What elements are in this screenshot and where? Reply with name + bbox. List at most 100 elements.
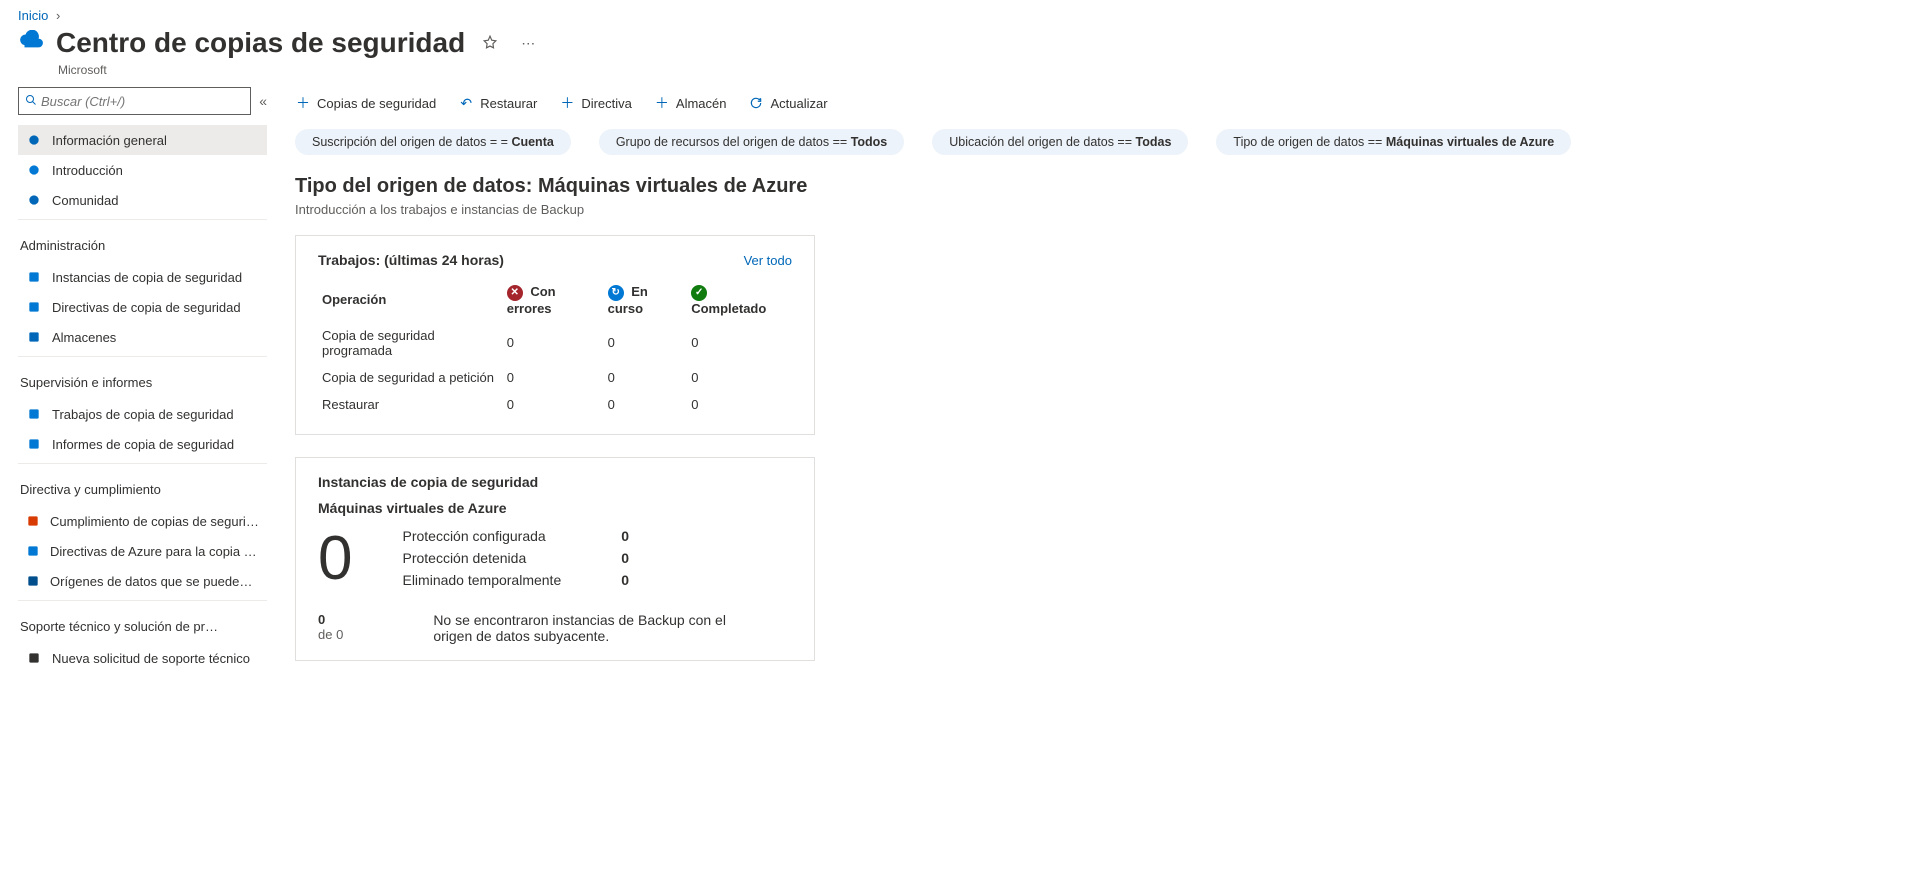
instances-total: 0 — [318, 528, 352, 590]
sidebar-item-label: Trabajos de copia de seguridad — [52, 407, 234, 422]
policy-label: Directiva — [581, 96, 632, 111]
plus-icon: ＋ — [654, 95, 670, 111]
stat-value: 0 — [621, 528, 629, 544]
backup-label: Copias de seguridad — [317, 96, 436, 111]
collapse-sidebar-button[interactable]: « — [259, 93, 267, 109]
search-input[interactable] — [41, 94, 244, 109]
inprogress-header: ↻ En curso — [604, 278, 688, 322]
instances-card: Instancias de copia de seguridad Máquina… — [295, 457, 815, 661]
failed-header: ✕ Con errores — [503, 278, 604, 322]
nav-icon — [26, 543, 40, 559]
sidebar-item[interactable]: Instancias de copia de seguridad — [18, 262, 267, 292]
section-subtitle: Introducción a los trabajos e instancias… — [295, 202, 1888, 217]
main-content: ＋ Copias de seguridad ↶ Restaurar ＋ Dire… — [275, 87, 1908, 683]
nav-icon — [26, 573, 40, 589]
jobs-card: Trabajos: (últimas 24 horas) Ver todo Op… — [295, 235, 815, 435]
nav-icon — [26, 132, 42, 148]
table-row: Copia de seguridad a petición000 — [318, 364, 792, 391]
sidebar-item-label: Nueva solicitud de soporte técnico — [52, 651, 250, 666]
see-all-link[interactable]: Ver todo — [744, 253, 792, 268]
restore-label: Restaurar — [480, 96, 537, 111]
sidebar-item-label: Directivas de Azure para la copia de seg… — [50, 544, 259, 559]
vault-button[interactable]: ＋ Almacén — [654, 95, 727, 111]
refresh-button[interactable]: Actualizar — [748, 95, 827, 111]
filter-pill[interactable]: Suscripción del origen de datos = = Cuen… — [295, 129, 571, 155]
sidebar-section-title: Supervisión e informes — [18, 361, 160, 396]
sidebar: « Información general Introducción Comunid… — [0, 87, 275, 683]
sidebar-item-label: Almacenes — [52, 330, 116, 345]
nav-icon — [26, 299, 42, 315]
instances-footnote: No se encontraron instancias de Backup c… — [433, 612, 753, 644]
sidebar-section-title: Soporte técnico y solución de problemas — [18, 605, 228, 640]
instances-card-title: Instancias de copia de seguridad — [318, 474, 792, 490]
stat-value: 0 — [621, 572, 629, 588]
undo-icon: ↶ — [458, 95, 474, 111]
nav-icon — [26, 269, 42, 285]
search-box[interactable] — [18, 87, 251, 115]
sidebar-item-label: Cumplimiento de copias de seguridad para… — [50, 514, 259, 529]
sidebar-item-label: Directivas de copia de seguridad — [52, 300, 241, 315]
sidebar-section-title: Directiva y cumplimiento — [18, 468, 169, 503]
filter-pill[interactable]: Ubicación del origen de datos == Todas — [932, 129, 1188, 155]
sidebar-item-label: Información general — [52, 133, 167, 148]
table-row: Restaurar000 — [318, 391, 792, 418]
nav-icon — [26, 192, 42, 208]
error-icon: ✕ — [507, 285, 523, 301]
sidebar-item-label: Instancias de copia de seguridad — [52, 270, 242, 285]
nav-icon — [26, 329, 42, 345]
nav-icon — [26, 650, 42, 666]
nav-icon — [26, 436, 42, 452]
filter-pill[interactable]: Tipo de origen de datos == Máquinas virt… — [1216, 129, 1571, 155]
sidebar-item[interactable]: Directivas de Azure para la copia de seg… — [18, 536, 267, 566]
sidebar-item[interactable]: Información general — [18, 125, 267, 155]
backup-button[interactable]: ＋ Copias de seguridad — [295, 95, 436, 111]
sidebar-item[interactable]: Trabajos de copia de seguridad — [18, 399, 267, 429]
refresh-label: Actualizar — [770, 96, 827, 111]
sidebar-item-label: Orígenes de datos que se pueden proteger — [50, 574, 259, 589]
search-icon — [25, 94, 37, 109]
sidebar-item[interactable]: Informes de copia de seguridad — [18, 429, 267, 459]
stat-label: Eliminado temporalmente — [402, 572, 561, 588]
filter-row: Suscripción del origen de datos = = Cuen… — [295, 125, 1888, 175]
jobs-card-title: Trabajos: (últimas 24 horas) — [318, 252, 504, 268]
sidebar-item[interactable]: Nueva solicitud de soporte técnico — [18, 643, 267, 673]
stat-label: Protección detenida — [402, 550, 561, 566]
op-header: Operación — [318, 278, 503, 322]
stat-value: 0 — [621, 550, 629, 566]
page-subtitle: Microsoft — [0, 61, 1908, 77]
plus-icon: ＋ — [295, 95, 311, 111]
breadcrumb: Inicio › — [0, 0, 1908, 23]
of-label: de 0 — [318, 627, 343, 642]
sidebar-item-label: Comunidad — [52, 193, 119, 208]
toolbar: ＋ Copias de seguridad ↶ Restaurar ＋ Dire… — [295, 87, 1888, 125]
plus-icon: ＋ — [559, 95, 575, 111]
nav-icon — [26, 513, 40, 529]
more-button[interactable]: ⋯ — [515, 31, 541, 56]
vault-label: Almacén — [676, 96, 727, 111]
of-count: 0 — [318, 612, 343, 627]
policy-button[interactable]: ＋ Directiva — [559, 95, 632, 111]
sidebar-item-label: Informes de copia de seguridad — [52, 437, 234, 452]
restore-button[interactable]: ↶ Restaurar — [458, 95, 537, 111]
sidebar-item[interactable]: Directivas de copia de seguridad — [18, 292, 267, 322]
page-title: Centro de copias de seguridad — [56, 27, 465, 59]
sidebar-section-title: Administración — [18, 224, 113, 259]
filter-pill[interactable]: Grupo de recursos del origen de datos ==… — [599, 129, 904, 155]
sidebar-item[interactable]: Comunidad — [18, 185, 267, 215]
sidebar-item[interactable]: Almacenes — [18, 322, 267, 352]
pin-button[interactable] — [477, 31, 503, 56]
nav-icon — [26, 162, 42, 178]
nav-icon — [26, 406, 42, 422]
sidebar-item[interactable]: Cumplimiento de copias de seguridad para… — [18, 506, 267, 536]
instances-card-subtitle: Máquinas virtuales de Azure — [318, 500, 792, 516]
backup-center-icon — [18, 30, 44, 56]
completed-header: ✓ Completado — [687, 278, 792, 322]
check-icon: ✓ — [691, 285, 707, 301]
breadcrumb-home[interactable]: Inicio — [18, 8, 48, 23]
refresh-icon — [748, 95, 764, 111]
sidebar-item[interactable]: Orígenes de datos que se pueden proteger — [18, 566, 267, 596]
progress-icon: ↻ — [608, 285, 624, 301]
sidebar-item[interactable]: Introducción — [18, 155, 267, 185]
table-row: Copia de seguridad programada000 — [318, 322, 792, 364]
jobs-table: Operación ✕ Con errores ↻ En curso ✓ Com… — [318, 278, 792, 418]
